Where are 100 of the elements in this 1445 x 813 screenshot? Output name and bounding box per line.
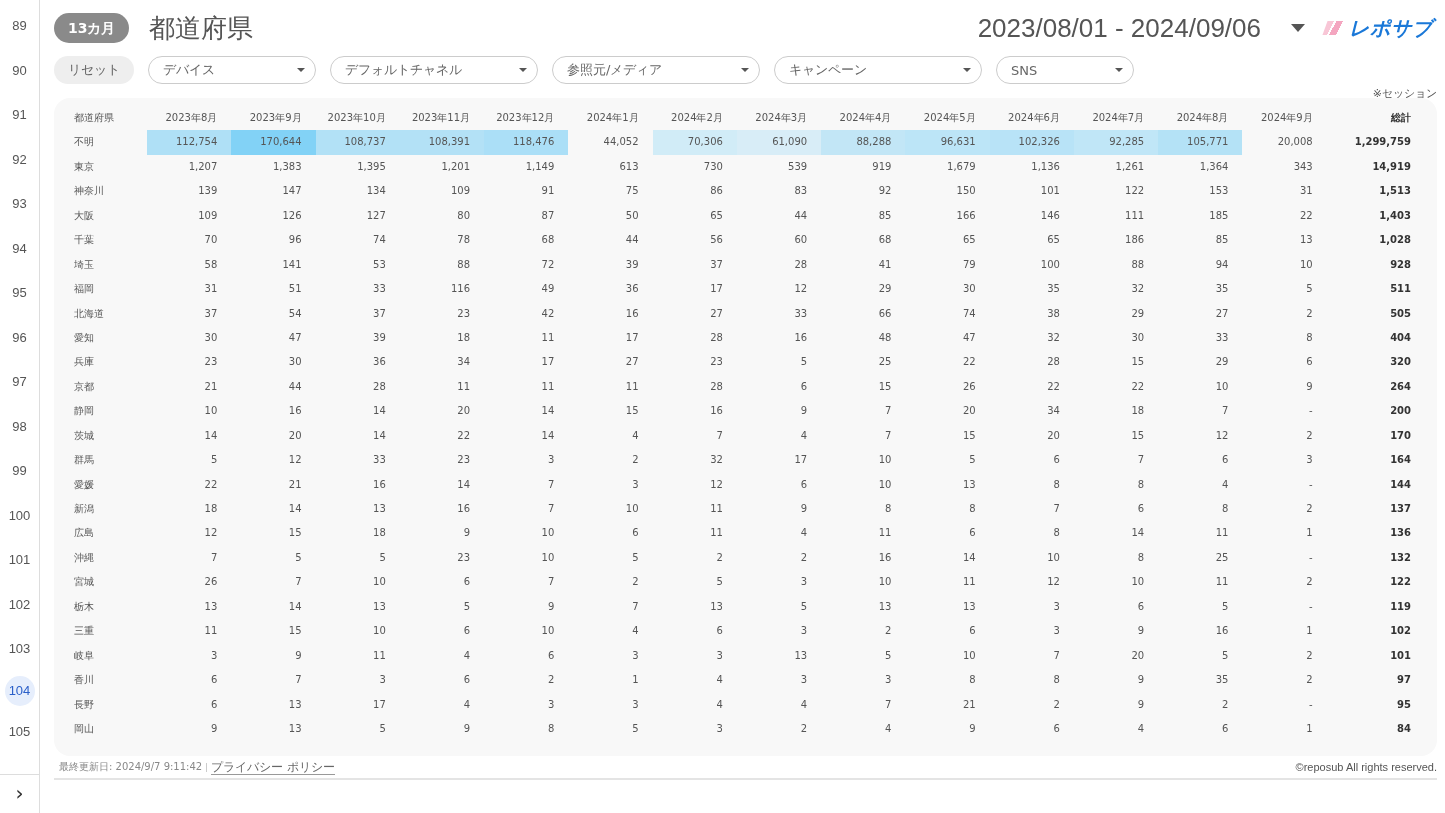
table-cell-text: 4 [715,697,724,712]
table-cell-text: 15 [1130,428,1146,443]
table-cell-text: 8 [1136,477,1146,492]
table-cell-text: 不明 [73,135,95,150]
table-cell-text: 11 [709,526,724,541]
table-cell-text: 22 [1299,208,1314,223]
table-cell-text: 10 [372,624,387,639]
table-cell-text: 8 [968,502,977,516]
table-cell-text: 29 [1214,355,1230,370]
table-cell-text: 18 [203,502,219,516]
table-cell-text: 9 [799,502,809,516]
caret-icon[interactable] [1291,24,1305,32]
table-cell-text: 88 [1130,257,1146,272]
table-cell-text: 23 [203,355,219,370]
table-cell-text: 16 [624,306,640,321]
table-cell-text: 1 [1305,624,1314,639]
table-cell-text: 127 [365,208,387,223]
page-number[interactable]: 93 [4,186,35,222]
table-cell-text: 13 [877,599,893,614]
column-header[interactable]: 2023年8月 [147,106,232,131]
table-cell-text: 91 [540,184,556,199]
column-header[interactable]: 2024年2月 [652,106,737,131]
column-header[interactable]: 総計 [1326,106,1411,131]
column-header[interactable]: 2024年8月 [1158,106,1243,131]
table-cell-text: 33 [793,306,809,321]
table-cell-text: 34 [456,355,472,370]
date-range[interactable]: 2023/08/01 - 2024/09/06 [977,12,1261,44]
page-number[interactable]: 90 [4,52,35,89]
table-cell-text: 15 [624,404,640,419]
table-cell-text: 30 [287,355,303,370]
table-cell-text: 2 [1305,575,1314,590]
table-cell-text: 16 [709,404,724,419]
table-cell-text: 三重 [73,624,95,639]
table-cell-text: 47 [961,330,977,345]
column-header[interactable]: 2023年11月 [399,106,485,131]
table-cell-text: 20 [1130,648,1146,663]
page-number[interactable]: 91 [4,97,35,133]
table-cell-text: 22 [961,355,977,370]
column-header[interactable]: 2024年6月 [989,106,1074,131]
table-cell-text: 13 [287,721,303,736]
table-cell-text: 30 [203,330,219,345]
page-number[interactable]: 92 [4,141,35,178]
table-cell-text: 28 [709,379,724,394]
table-cell-text: 87 [540,208,556,223]
page-number[interactable]: 99 [4,453,35,489]
table-cell-text: 84 [1396,721,1411,736]
table-cell-text: 7 [715,428,724,443]
expand-button[interactable]: › [15,781,24,805]
column-header[interactable]: 都道府県 [54,106,147,131]
column-header[interactable]: 2024年1月 [568,106,653,131]
page-number[interactable]: 89 [4,8,35,44]
table-cell: 170,644 [231,130,316,155]
page-number[interactable]: 103 [4,631,35,667]
table-cell-text: 東京 [73,159,95,174]
table-cell-text: 4 [1136,721,1146,736]
table-cell-text: 9 [209,721,219,736]
column-header[interactable]: 2024年3月 [736,106,822,131]
page-number[interactable]: 95 [4,275,35,311]
table-cell-text: 39 [372,330,387,345]
page-number[interactable]: 94 [4,230,35,267]
column-header[interactable]: 2024年9月 [1242,106,1327,131]
table-cell-text: 6 [1052,721,1061,736]
column-header[interactable]: 2023年9月 [231,106,316,131]
table-cell-text: 23 [709,355,724,370]
table-cell-text: 75 [624,184,640,199]
table-cell-text: 13 [287,697,303,712]
table-cell-text: 6 [462,624,472,639]
table-cell-text: 4 [631,428,640,443]
table-cell-text: 8 [1052,477,1061,492]
reset-button[interactable]: リセット [54,56,134,84]
column-header[interactable]: 2024年4月 [821,106,906,131]
table-cell: 105,771 [1158,130,1243,155]
table-cell-text: - [1308,404,1314,419]
table-cell-text: 6 [209,673,219,688]
metric-note: ※セッション [1372,86,1437,100]
table-cell-text: 6 [1136,599,1146,614]
table-cell-text: 39 [624,257,640,272]
table-cell-text: 4 [462,648,472,663]
table-cell-text: 539 [787,159,809,174]
last-updated: 最終更新日: 2024/9/7 9:11:42 [59,760,203,774]
page-number[interactable]: 102 [4,586,35,623]
page-number[interactable]: 97 [4,364,35,400]
table-cell-text: 68 [877,233,893,248]
table-cell-text: 139 [197,184,219,199]
column-header[interactable]: 2024年5月 [905,106,990,131]
column-header[interactable]: 2023年10月 [315,106,400,131]
page-number[interactable]: 96 [4,319,35,356]
page-number[interactable]: 98 [4,408,35,445]
page-number[interactable]: 104 [4,675,35,706]
column-header[interactable]: 2023年12月 [484,106,569,131]
column-header[interactable]: 2024年7月 [1073,106,1159,131]
table-cell-text: 福岡 [73,282,95,297]
table-cell-text: 8 [1052,673,1061,688]
page-number[interactable]: 100 [4,497,35,534]
privacy-link[interactable]: プライバシー ポリシー [211,759,336,775]
page-number[interactable]: 101 [4,542,35,578]
page-number[interactable]: 105 [4,714,35,750]
table-cell-text: 1 [1305,721,1314,736]
table-cell-text: 80 [456,208,472,223]
table-cell-text: 85 [877,208,893,223]
